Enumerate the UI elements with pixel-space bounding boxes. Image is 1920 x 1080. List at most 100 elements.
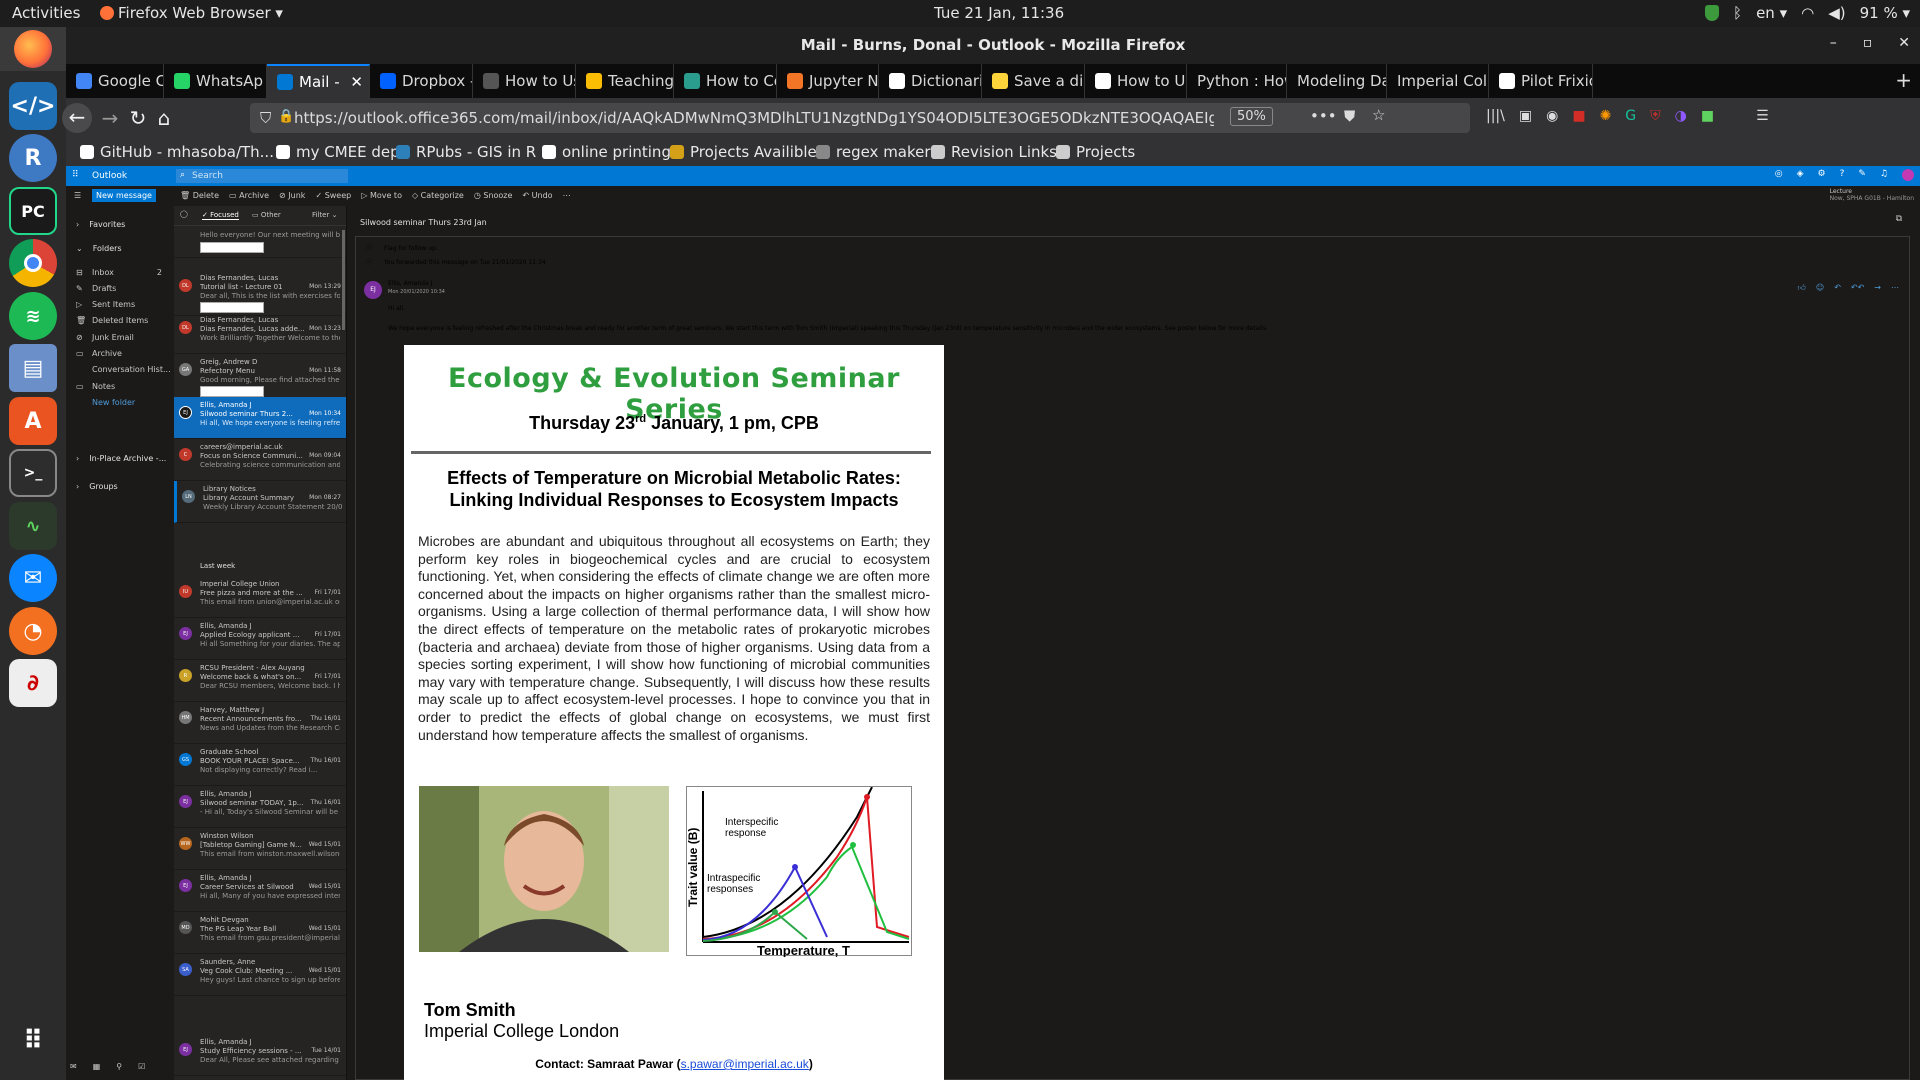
tab-focused[interactable]: ✓ Focused	[202, 211, 239, 220]
folder-item[interactable]: ▭ Archive	[66, 346, 174, 362]
minimize-icon[interactable]: –	[1830, 35, 1837, 51]
list-item[interactable]: WW Winston Wilson [Tabletop Gaming] Game N…	[174, 828, 346, 870]
list-item[interactable]: EJ Ellis, Amanda J Applied Ecology applica…	[174, 618, 346, 660]
list-item[interactable]: IU Imperial College Union Free pizza and m…	[174, 576, 346, 618]
scrollbar[interactable]	[342, 230, 345, 330]
sender-name[interactable]: Ellis, Amanda J	[388, 280, 432, 287]
extension-icon[interactable]: ✺	[1600, 108, 1612, 124]
folder-item[interactable]: ✎ Drafts	[66, 280, 174, 296]
library-icon[interactable]: |||\	[1486, 108, 1505, 124]
software-center-icon[interactable]: A	[9, 397, 57, 445]
reply-icon[interactable]: ↶	[1834, 283, 1841, 293]
ublock-icon[interactable]: ⛨	[1650, 108, 1661, 124]
wifi-icon[interactable]: ◠	[1801, 4, 1814, 22]
flag-note-text[interactable]: Flag for follow up.	[384, 245, 438, 252]
reload-button[interactable]: ↻	[124, 104, 152, 132]
thunderbird-icon[interactable]: ✉	[9, 554, 57, 602]
list-item[interactable]: EJ Ellis, Amanda J Career Services at Silw…	[174, 870, 346, 912]
r-icon[interactable]: R	[9, 134, 57, 182]
back-button[interactable]: ←	[62, 103, 92, 133]
browser-tab[interactable]: How to Use	[1085, 64, 1187, 98]
file-manager-icon[interactable]: ▤	[9, 344, 57, 392]
select-all-icon[interactable]: ◯	[180, 210, 188, 218]
todo-icon[interactable]: ☑	[138, 1062, 145, 1071]
emoji-icon[interactable]: ☺	[1816, 283, 1824, 293]
bookmark-item[interactable]: my CMEE depo	[276, 143, 409, 161]
help-icon[interactable]: ?	[1840, 169, 1845, 181]
folder-item[interactable]: ⊟ Inbox 2	[66, 264, 174, 280]
pycharm-icon[interactable]: PC	[9, 187, 57, 235]
shield-icon[interactable]	[1705, 5, 1720, 21]
list-item[interactable]: Ccareers@imperial.ac.uk Focus on Science …	[174, 439, 346, 481]
list-item[interactable]: DL Dias Fernandes, Lucas Dias Fernandes, L…	[174, 312, 346, 354]
attachment-thumbnail[interactable]	[200, 242, 264, 253]
activities-button[interactable]: Activities	[12, 4, 80, 22]
url-text[interactable]: https://outlook.office365.com/mail/inbox…	[294, 109, 1214, 127]
home-button[interactable]: ⌂	[150, 104, 178, 132]
browser-tab[interactable]: Dictionaries	[879, 64, 982, 98]
browser-tab[interactable]: Jupyter Not	[777, 64, 879, 98]
sender-avatar[interactable]: EJ	[364, 281, 382, 299]
expand-icon[interactable]: ⧉	[1896, 214, 1902, 224]
folders-toggle[interactable]: ⌄ Folders	[66, 240, 174, 256]
teams-icon[interactable]: ◈	[1797, 169, 1804, 181]
url-bar[interactable]: ⛉ 🔒 https://outlook.office365.com/mail/i…	[250, 103, 1470, 133]
system-monitor-icon[interactable]: ∿	[9, 502, 57, 550]
bookmark-item[interactable]: online printing	[542, 143, 671, 161]
browser-tab[interactable]: Mail - ✕	[267, 64, 370, 98]
vscode-icon[interactable]: </>	[9, 82, 57, 130]
lastpass-icon[interactable]: ■	[1572, 108, 1585, 124]
search-box[interactable]: ⌕ Search	[176, 169, 348, 183]
volume-icon[interactable]: ◀)	[1828, 4, 1845, 22]
command-move-to[interactable]: ▷ Move to	[361, 191, 402, 200]
command-delete[interactable]: 🗑︎ Delete	[180, 191, 219, 200]
more-actions-icon[interactable]: ⋯	[1891, 283, 1899, 293]
browser-tab[interactable]: How to Con	[674, 64, 777, 98]
settings-icon[interactable]: ⚙	[1818, 169, 1826, 181]
folder-item[interactable]: ▭ Notes	[66, 378, 174, 394]
command-undo[interactable]: ↶ Undo	[522, 191, 552, 200]
sidebar-icon[interactable]: ▣	[1519, 108, 1532, 124]
browser-tab[interactable]: How to Use	[473, 64, 576, 98]
app-menu[interactable]: Firefox Web Browser ▾	[100, 4, 283, 22]
new-message-button[interactable]: New message	[92, 189, 156, 202]
browser-tab[interactable]: Dropbox - l	[370, 64, 473, 98]
firefox-icon[interactable]	[0, 27, 66, 71]
command-categorize[interactable]: ◇ Categorize	[412, 191, 464, 200]
filter-button[interactable]: Filter ⌄	[312, 211, 337, 219]
bookmark-item[interactable]: regex maker	[816, 143, 931, 161]
forward-icon[interactable]: →	[1874, 283, 1881, 293]
browser-tab[interactable]: Imperial Colleg	[1387, 64, 1489, 98]
command-archive[interactable]: ▭ Archive	[229, 191, 269, 200]
spotify-icon[interactable]: ≋	[9, 292, 57, 340]
list-item[interactable]: EJ Ellis, Amanda J Silwood seminar Thurs 2…	[174, 397, 346, 439]
list-item[interactable]: GS Graduate School BOOK YOUR PLACE! Space.…	[174, 744, 346, 786]
list-item[interactable]: R RCSU President - Alex Auyang Welcome bac…	[174, 660, 346, 702]
list-item[interactable]: EJ Ellis, Amanda J Study Efficiency sessio…	[174, 1034, 346, 1076]
in-place-archive-toggle[interactable]: › In-Place Archive -...	[66, 450, 174, 466]
system-tray[interactable]: ᛒ en ▾ ◠ ◀) 91 % ▾	[1705, 4, 1910, 22]
lock-icon[interactable]: 🔒	[278, 109, 294, 124]
forward-button[interactable]: →	[96, 104, 124, 132]
folder-item[interactable]: ⊘ Junk Email	[66, 329, 174, 345]
attachment-thumbnail[interactable]	[200, 386, 264, 397]
command-snooze[interactable]: ◷ Snooze	[474, 191, 513, 200]
bookmark-item[interactable]: Revision Links	[931, 143, 1057, 161]
bookmark-item[interactable]: Projects	[1056, 143, 1135, 161]
reminder[interactable]: Lecture Now, SPHA G01B - Hamilton	[1830, 188, 1914, 202]
list-item[interactable]: DL Dias Fernandes, Lucas Tutorial list - L…	[174, 270, 346, 316]
pocket-icon[interactable]: ⛊	[1344, 107, 1355, 125]
grammarly-icon[interactable]: G	[1625, 108, 1636, 124]
folder-item[interactable]: 🗑︎ Deleted Items	[66, 313, 174, 329]
people-icon[interactable]: ⚲	[116, 1062, 122, 1071]
like-icon[interactable]: 👍︎	[1797, 283, 1805, 293]
bell-icon[interactable]: ♫	[1880, 169, 1888, 181]
maximize-icon[interactable]: ▫	[1863, 35, 1873, 51]
extension-green-icon[interactable]: ■	[1701, 108, 1714, 124]
browser-tab[interactable]: Python : How t	[1187, 64, 1287, 98]
document-viewer-icon[interactable]: ∂	[9, 659, 57, 707]
language-indicator[interactable]: en ▾	[1756, 4, 1787, 22]
tracking-shield-icon[interactable]: ⛉	[260, 109, 271, 127]
bookmark-item[interactable]: Projects Availible	[670, 143, 817, 161]
favorites-toggle[interactable]: › Favorites	[66, 216, 174, 232]
